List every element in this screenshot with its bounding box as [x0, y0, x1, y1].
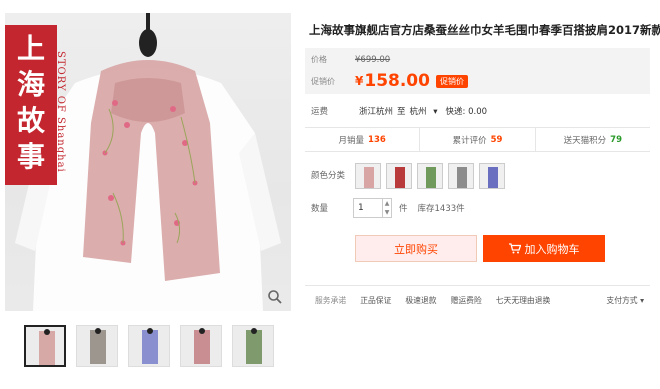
cart-icon: [508, 243, 521, 254]
promise-item[interactable]: 极速退款: [405, 295, 436, 306]
color-label: 颜色分类: [311, 171, 346, 181]
payment-methods-label: 支付方式: [606, 296, 638, 305]
swatch-image: [418, 164, 442, 188]
thumb-scarf-image: [77, 326, 117, 366]
quantity-input[interactable]: [353, 198, 383, 218]
chevron-down-icon: ▾: [637, 296, 644, 305]
shipping-label: 运费: [311, 107, 329, 117]
promise-item[interactable]: 正品保证: [360, 295, 391, 306]
color-options: 颜色分类: [311, 163, 505, 189]
service-promise: 服务承诺 正品保证 极速退款 赠运费险 七天无理由退换 支付方式 ▾: [305, 285, 650, 315]
add-to-cart-label: 加入购物车: [524, 242, 580, 256]
points-stat: 送天猫积分 79: [536, 128, 650, 151]
points-count: 79: [610, 134, 622, 145]
shipping-destination: 杭州: [409, 107, 427, 117]
stamp-char: 海: [16, 68, 45, 101]
thumbnail-4[interactable]: [180, 325, 222, 367]
zoom-button[interactable]: [267, 289, 283, 305]
monthly-sales-label: 月销量: [338, 135, 365, 146]
price-panel: 价格 ¥699.00 促销价 ¥ 158.00 促销价: [305, 48, 650, 94]
monthly-sales: 月销量 136: [305, 128, 421, 151]
sales-stats: 月销量 136 累计评价 59 送天猫积分 79: [305, 127, 650, 152]
thumbnail-1[interactable]: [24, 325, 66, 367]
buy-now-button[interactable]: 立即购买: [355, 235, 477, 262]
product-title: 上海故事旗舰店官方店桑蚕丝丝巾女羊毛围巾春季百搭披肩2017新款: [309, 23, 660, 37]
brand-stamp-logo: 上 海 故 事: [5, 25, 57, 185]
quantity-stepper[interactable]: ▲ ▼: [383, 198, 392, 218]
shipping-to-word: 至: [397, 107, 406, 117]
monthly-sales-count: 136: [368, 134, 386, 145]
promo-price-label: 促销价: [311, 76, 335, 86]
quantity-label: 数量: [311, 204, 329, 214]
promo-price: 158.00: [364, 71, 430, 91]
thumb-scarf-image: [233, 326, 273, 366]
reviews-stat[interactable]: 累计评价 59: [420, 128, 536, 151]
quantity-row: 数量 ▲ ▼ 件 库存1433件: [311, 198, 465, 218]
shipping-from: 浙江杭州: [359, 107, 394, 117]
thumb-scarf-image: [181, 326, 221, 366]
magnifier-icon: [268, 290, 282, 304]
promo-badge: 促销价: [435, 74, 468, 88]
shipping-destination-select[interactable]: 杭州 ▾: [410, 105, 442, 117]
shipping-method: 快递: 0.00: [445, 107, 488, 117]
add-to-cart-button[interactable]: 加入购物车: [483, 235, 605, 262]
promise-label: 服务承诺: [315, 296, 347, 305]
thumbnail-5[interactable]: [232, 325, 274, 367]
swatch-image: [480, 164, 504, 188]
shipping-row: 运费 浙江杭州 至 杭州 ▾ 快递: 0.00: [311, 105, 491, 117]
quantity-unit: 件: [399, 204, 408, 214]
color-swatch-pink[interactable]: [355, 163, 381, 189]
stamp-char: 上: [16, 32, 45, 65]
color-swatch-red[interactable]: [386, 163, 412, 189]
original-price: ¥699.00: [355, 54, 391, 65]
swatch-image: [356, 164, 380, 188]
buy-now-label: 立即购买: [394, 242, 438, 256]
original-price-label: 价格: [311, 55, 327, 64]
swatch-image: [387, 164, 411, 188]
stamp-char: 事: [16, 140, 45, 173]
reviews-label: 累计评价: [452, 135, 487, 146]
stepper-up-icon[interactable]: ▲: [385, 200, 390, 207]
color-swatch-green[interactable]: [417, 163, 443, 189]
stepper-down-icon[interactable]: ▼: [385, 209, 390, 216]
stamp-char: 故: [16, 104, 45, 137]
promo-currency: ¥: [355, 74, 364, 88]
main-product-image[interactable]: 上 海 故 事 STORY OF Shanghai: [5, 13, 291, 311]
promise-item[interactable]: 七天无理由退换: [496, 295, 551, 306]
points-label: 送天猫积分: [563, 135, 607, 146]
color-swatch-blue[interactable]: [479, 163, 505, 189]
stock-count: 库存1433件: [417, 204, 465, 214]
thumb-scarf-image: [26, 327, 64, 365]
reviews-count: 59: [490, 134, 503, 145]
thumbnail-3[interactable]: [128, 325, 170, 367]
thumbnail-2[interactable]: [76, 325, 118, 367]
thumb-scarf-image: [129, 326, 169, 366]
payment-methods-dropdown[interactable]: 支付方式 ▾: [606, 295, 644, 306]
color-swatch-grey[interactable]: [448, 163, 474, 189]
swatch-image: [449, 164, 473, 188]
brand-english-name: STORY OF Shanghai: [55, 51, 66, 173]
thumbnail-strip: [24, 325, 274, 367]
promise-item[interactable]: 赠运费险: [451, 295, 482, 306]
chevron-down-icon: ▾: [430, 107, 438, 117]
